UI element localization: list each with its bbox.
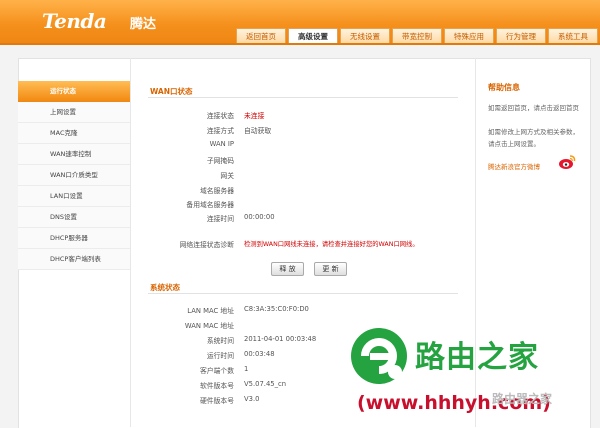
- sidebar: 运行状态 上网设置 MAC克隆 WAN速率控制 WAN口介质类型 LAN口设置 …: [18, 81, 130, 270]
- divider: [148, 293, 458, 294]
- connection-time-value: 00:00:00: [244, 213, 275, 221]
- tab-advanced[interactable]: 高级设置: [288, 28, 338, 45]
- lan-mac-label: LAN MAC 地址: [187, 307, 234, 315]
- sidebar-item-wan-rate[interactable]: WAN速率控制: [18, 144, 130, 165]
- sidebar-item-lan-setup[interactable]: LAN口设置: [18, 186, 130, 207]
- watermark-side-text: 路由器之家: [492, 392, 553, 406]
- tenda-logo: Tenda: [42, 9, 107, 33]
- sidebar-item-dns[interactable]: DNS设置: [18, 207, 130, 228]
- help-title: 帮助信息: [488, 83, 520, 92]
- hardware-version-label: 硬件版本号: [200, 397, 234, 405]
- subnet-mask-label: 子网掩码: [206, 157, 234, 165]
- watermark-logo-icon: [351, 328, 407, 384]
- sidebar-item-mac-clone[interactable]: MAC克隆: [18, 123, 130, 144]
- tab-bandwidth[interactable]: 带宽控制: [392, 28, 442, 44]
- wan-ip-label: WAN IP: [209, 140, 234, 148]
- release-button[interactable]: 释 放: [271, 262, 304, 276]
- system-status-title: 系统状态: [150, 283, 180, 292]
- gateway-label: 网关: [220, 172, 234, 180]
- tab-home[interactable]: 返回首页: [236, 28, 286, 44]
- renew-button[interactable]: 更 新: [314, 262, 347, 276]
- dns-label: 域名服务器: [200, 187, 234, 195]
- weibo-link[interactable]: 腾达新浪官方微博: [488, 161, 540, 171]
- connection-type-label: 连接方式: [206, 127, 234, 135]
- connection-time-label: 连接时间: [206, 215, 234, 223]
- hardware-version-value: V3.0: [244, 395, 260, 403]
- sidebar-item-run-status[interactable]: 运行状态: [18, 81, 130, 102]
- tab-special[interactable]: 特殊应用: [444, 28, 494, 44]
- wan-mac-label: WAN MAC 地址: [184, 322, 234, 330]
- lan-mac-value: C8:3A:35:C0:F0:D0: [244, 305, 309, 313]
- backup-dns-label: 备用域名服务器: [186, 201, 234, 209]
- weibo-icon[interactable]: [558, 154, 576, 170]
- software-version-value: V5.07.45_cn: [244, 380, 287, 388]
- help-text-setup: 如需修改上网方式及相关参数，请点击上网设置。: [488, 128, 579, 148]
- client-count-label: 客户端个数: [200, 367, 234, 375]
- tab-wireless[interactable]: 无线设置: [340, 28, 390, 44]
- top-tabs: 返回首页 高级设置 无线设置 带宽控制 特殊应用 行为管理 系统工具: [236, 28, 600, 45]
- software-version-label: 软件版本号: [200, 382, 234, 390]
- watermark-text: 路由之家: [415, 340, 539, 375]
- wan-status-title: WAN口状态: [150, 87, 193, 96]
- tab-system-tools[interactable]: 系统工具: [548, 28, 598, 44]
- sidebar-item-internet-setup[interactable]: 上网设置: [18, 102, 130, 123]
- header-bar: Tenda 腾达 返回首页 高级设置 无线设置 带宽控制 特殊应用 行为管理 系…: [0, 0, 600, 45]
- diagnosis-label: 网络连接状态诊断: [179, 241, 234, 249]
- uptime-value: 00:03:48: [244, 350, 275, 358]
- tab-behavior[interactable]: 行为管理: [496, 28, 546, 44]
- sidebar-item-dhcp-clients[interactable]: DHCP客户端列表: [18, 249, 130, 270]
- help-text-home: 如需返回首页，请点击返回首页: [488, 104, 579, 112]
- client-count-value: 1: [244, 365, 249, 373]
- sidebar-item-wan-medium[interactable]: WAN口介质类型: [18, 165, 130, 186]
- system-time-label: 系统时间: [206, 337, 234, 345]
- system-time-value: 2011-04-01 00:03:48: [244, 335, 317, 343]
- connection-status-label: 连接状态: [206, 112, 234, 120]
- divider: [148, 97, 458, 98]
- connection-status-value: 未连接: [244, 112, 265, 120]
- diagnosis-message: 检测到WAN口网线未连接，请检查并连接好您的WAN口网线。: [244, 241, 419, 248]
- sidebar-item-dhcp-server[interactable]: DHCP服务器: [18, 228, 130, 249]
- divider: [130, 58, 131, 427]
- uptime-label: 运行时间: [206, 352, 234, 360]
- connection-type-value: 自动获取: [244, 127, 272, 135]
- tenda-logo-cn: 腾达: [130, 17, 157, 32]
